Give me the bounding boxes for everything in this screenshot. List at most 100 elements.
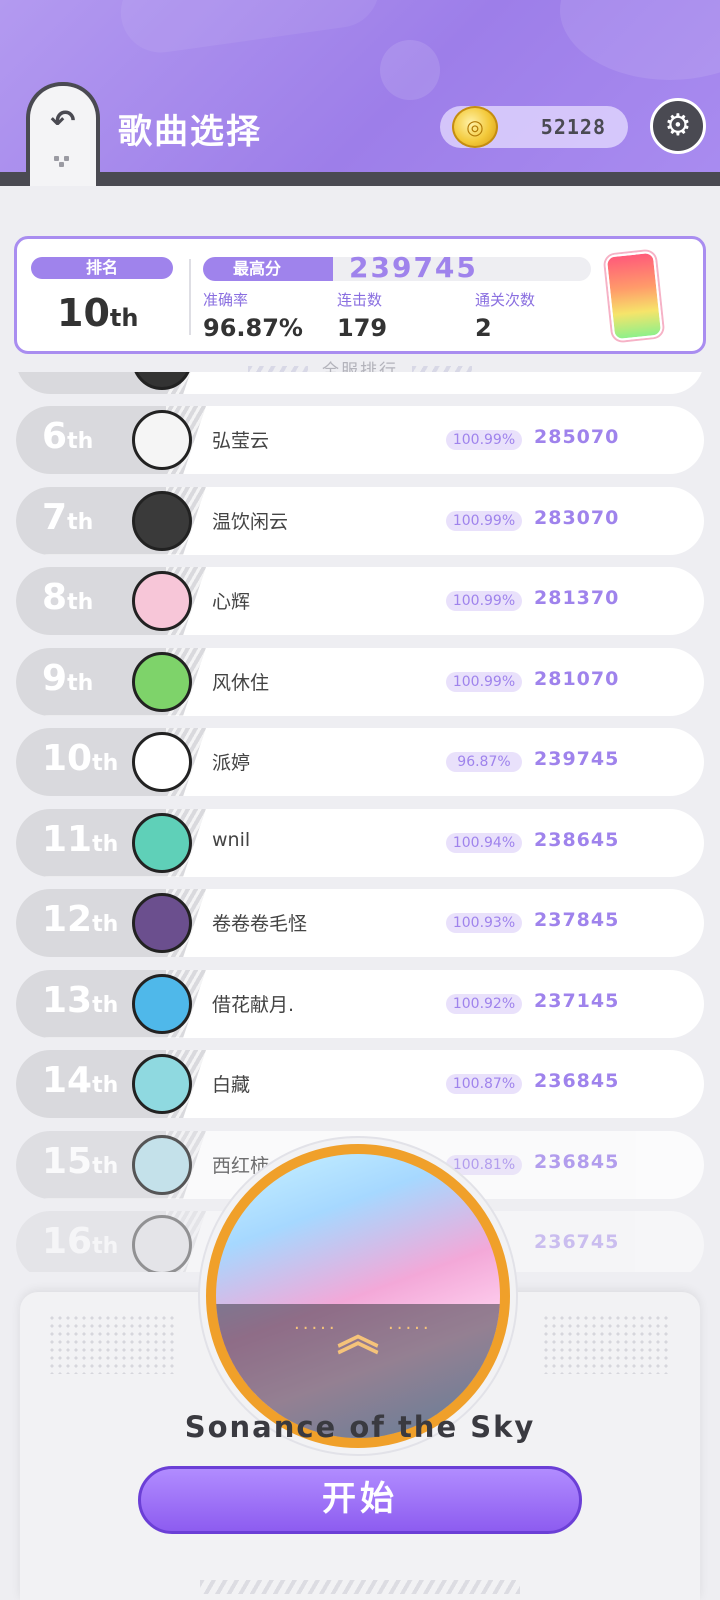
avatar[interactable] <box>132 893 192 953</box>
player-score: 238645 <box>534 828 620 851</box>
leaderboard-row[interactable]: 9th 风休住 100.99% 281070 <box>16 647 704 716</box>
header-decoration <box>560 0 720 80</box>
accuracy-label: 准确率 <box>203 291 249 309</box>
coin-balance: ◎ 52128 <box>440 106 628 148</box>
personal-stats-card: 排名 10th 最高分 239745 准确率 96.87% 连击数 179 通关… <box>14 236 706 354</box>
divider <box>189 259 191 335</box>
leaderboard-row[interactable] <box>16 372 704 394</box>
settings-button[interactable]: ⚙ <box>650 98 706 154</box>
header-decoration <box>115 0 385 58</box>
gear-icon: ⚙ <box>664 108 692 143</box>
best-score-value: 239745 <box>349 251 478 284</box>
rank-number: 6th <box>42 416 93 457</box>
avatar[interactable] <box>132 973 192 1034</box>
rank-suffix: th <box>67 509 94 535</box>
player-score: 236845 <box>534 1150 620 1173</box>
rank-suffix: th <box>92 831 119 857</box>
avatar[interactable] <box>132 812 192 873</box>
player-score: 283070 <box>534 506 620 529</box>
avatar[interactable] <box>132 571 192 631</box>
rank-suffix: th <box>67 590 94 615</box>
leaderboard-row[interactable]: 10th 派婷 96.87% 239745 <box>16 728 704 796</box>
rank-digits: 15 <box>42 1140 93 1182</box>
rank-digits: 12 <box>42 899 93 940</box>
rank-number: 10 <box>57 291 110 335</box>
page-title: 歌曲选择 <box>118 112 262 152</box>
rank-suffix: th <box>92 912 119 937</box>
undo-arrow-icon: ↶ <box>50 104 76 139</box>
leaderboard-row[interactable]: 7th 温饮闲云 100.99% 283070 <box>16 486 704 555</box>
clears-value: 2 <box>475 314 492 342</box>
dots-decoration: ····· <box>388 1318 432 1339</box>
rank-digits: 11 <box>42 818 93 860</box>
soda-can-icon <box>604 250 664 342</box>
rank-digits: 6 <box>42 416 68 457</box>
rank-number: 13th <box>42 980 118 1021</box>
double-chevron-up-icon[interactable]: ︽ <box>216 1302 500 1363</box>
song-title: Sonance of the Sky <box>184 1410 536 1444</box>
player-name: 卷卷卷毛怪 <box>212 913 308 935</box>
clears-stat: 通关次数 2 <box>475 289 535 342</box>
leaderboard-row[interactable]: 13th 借花献月. 100.92% 237145 <box>16 969 704 1038</box>
rank-number: 8th <box>42 577 93 618</box>
back-button[interactable]: ↶ <box>26 82 100 186</box>
accuracy-badge: 100.99% <box>446 591 522 611</box>
rank-number: 16th <box>42 1221 118 1262</box>
top-header <box>0 0 720 186</box>
accuracy-badge: 100.99% <box>446 510 522 531</box>
accuracy-badge: 96.87% <box>446 752 522 772</box>
player-score: 237845 <box>534 909 620 931</box>
player-name: 风休住 <box>212 671 270 694</box>
combo-value: 179 <box>337 314 388 342</box>
player-score: 281070 <box>534 667 620 690</box>
avatar[interactable] <box>132 1054 192 1114</box>
avatar[interactable] <box>132 1134 192 1195</box>
rank-number: 15th <box>42 1141 118 1182</box>
rank-digits: 14 <box>42 1060 93 1101</box>
rank-label: 排名 <box>31 257 173 279</box>
player-name: 借花献月. <box>212 993 295 1016</box>
rank-number: 12th <box>42 899 118 940</box>
avatar[interactable] <box>132 1215 192 1272</box>
leaderboard-row[interactable]: 12th 卷卷卷毛怪 100.93% 237845 <box>16 889 704 957</box>
avatar[interactable] <box>132 732 192 792</box>
avatar[interactable] <box>132 651 192 712</box>
best-score-label: 最高分 <box>203 257 333 281</box>
album-art[interactable]: ····· ︽ ····· <box>206 1144 510 1448</box>
rank-value: 10th <box>57 291 138 335</box>
player-name: 派婷 <box>212 752 251 774</box>
player-score: 281370 <box>534 587 620 609</box>
rank-number: 11th <box>42 819 118 860</box>
leaderboard-row[interactable]: 11th wnil 100.94% 238645 <box>16 808 704 877</box>
player-name: 心辉 <box>212 591 251 613</box>
coin-icon: ◎ <box>452 106 498 148</box>
rank-digits: 9 <box>42 657 68 699</box>
dots-decoration <box>54 156 74 168</box>
rank-number: 14th <box>42 1060 118 1101</box>
clears-label: 通关次数 <box>475 291 536 309</box>
leaderboard-row[interactable]: 8th 心辉 100.99% 281370 <box>16 567 704 635</box>
player-score: 236845 <box>534 1070 620 1092</box>
rank-digits: 7 <box>42 496 68 538</box>
player-name: 温饮闲云 <box>212 510 289 533</box>
rank-digits: 16 <box>42 1221 93 1262</box>
start-button[interactable]: 开始 <box>138 1466 582 1534</box>
rank-suffix: th <box>92 1153 119 1179</box>
rank-suffix: th <box>67 670 94 696</box>
rank-suffix: th <box>67 429 94 454</box>
player-name: 白藏 <box>212 1074 251 1096</box>
rank-digits: 8 <box>42 577 68 618</box>
leaderboard-row[interactable]: 6th 弘莹云 100.99% 285070 <box>16 406 704 474</box>
rank-suffix: th <box>92 1234 119 1259</box>
dot-decoration <box>542 1314 672 1374</box>
rank-digits: 13 <box>42 979 93 1021</box>
avatar[interactable] <box>132 490 192 551</box>
stripe-decoration <box>200 1580 520 1594</box>
accuracy-value: 96.87% <box>203 314 303 342</box>
rank-suffix: th <box>92 751 119 776</box>
leaderboard-row[interactable]: 14th 白藏 100.87% 236845 <box>16 1050 704 1118</box>
avatar[interactable] <box>132 410 192 470</box>
accuracy-badge: 100.94% <box>446 832 522 853</box>
accuracy-badge: 100.99% <box>446 430 522 450</box>
rank-number: 7th <box>42 497 93 538</box>
